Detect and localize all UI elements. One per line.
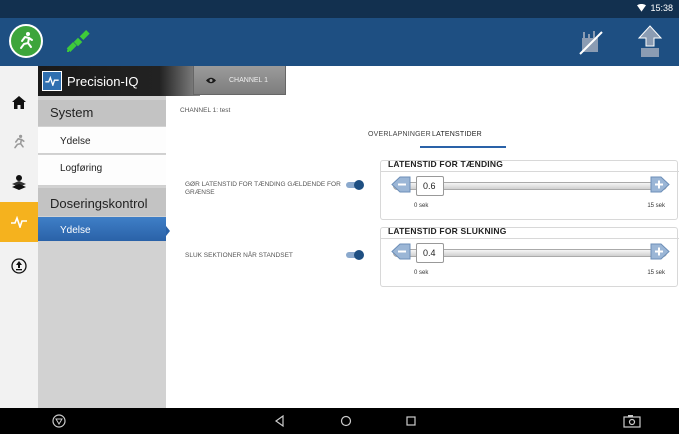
running-person-icon: [14, 134, 25, 149]
app-bar: [0, 18, 679, 66]
rail-item-guidance[interactable]: [0, 122, 38, 162]
field-crossed-icon[interactable]: [576, 28, 606, 56]
running-person-icon: [20, 32, 33, 49]
turn-on-latency-label: GØR LATENSTID FOR TÆNDING GÆLDENDE FOR G…: [185, 181, 341, 196]
settings-submenu: Precision-IQ System Ydelse Logføring Dos…: [38, 66, 200, 408]
submenu-group-doseringskontrol: Doseringskontrol: [38, 188, 166, 216]
upload-icon: [11, 258, 27, 274]
recent-apps-icon[interactable]: [404, 414, 418, 428]
latency-on-title: LATENSTID FOR TÆNDING: [388, 159, 504, 169]
decrease-icon[interactable]: [390, 176, 412, 193]
precision-iq-title: Precision-IQ: [67, 73, 139, 89]
back-icon[interactable]: [273, 414, 287, 428]
submenu-item-system-ydelse[interactable]: Ydelse: [38, 127, 166, 154]
latency-off-min: 0 sek: [414, 270, 429, 276]
submenu-item-system-logfoering[interactable]: Logføring: [38, 155, 166, 186]
active-item-pointer: [166, 226, 170, 236]
latency-on-value[interactable]: 0.6: [416, 176, 444, 196]
latency-on-min: 0 sek: [414, 203, 429, 209]
decrease-icon[interactable]: [390, 243, 412, 260]
tab-overlapninger[interactable]: OVERLAPNINGER: [368, 131, 431, 138]
stop-sections-toggle[interactable]: [346, 250, 364, 260]
channel-info: CHANNEL 1: test: [180, 107, 231, 114]
latency-off-max: 15 sek: [647, 270, 665, 276]
latency-on-card: LATENSTID FOR TÆNDING 0.6 0 sek 15 sek: [380, 159, 679, 220]
submenu-group-system: System: [38, 100, 166, 126]
active-tab-indicator: [420, 146, 506, 148]
wifi-icon: [637, 4, 647, 12]
precision-iq-logo: [42, 71, 62, 91]
rail-item-home[interactable]: [0, 82, 38, 122]
channel-tab-label: CHANNEL 1: [229, 76, 269, 84]
tab-latenstider[interactable]: LATENSTIDER: [432, 131, 482, 138]
clock: 15:38: [650, 3, 673, 13]
layers-icon: [12, 175, 26, 190]
latency-off-card: LATENSTID FOR SLUKNING 0.4 0 sek 15 sek: [380, 226, 679, 287]
eye-icon: [206, 77, 216, 83]
latency-off-title: LATENSTID FOR SLUKNING: [388, 226, 507, 236]
rail-item-transfer[interactable]: [0, 246, 38, 286]
increase-icon[interactable]: [649, 243, 671, 260]
screenshot-icon[interactable]: [623, 414, 641, 428]
submenu-item-doseringskontrol-ydelse[interactable]: Ydelse: [38, 217, 166, 242]
home-circle-icon[interactable]: [339, 414, 353, 428]
system-nav-bar: [0, 408, 679, 434]
upload-field-icon[interactable]: [633, 24, 667, 60]
channel-tab[interactable]: CHANNEL 1: [193, 66, 286, 95]
precision-iq-header: Precision-IQ: [38, 66, 200, 96]
latency-on-max: 15 sek: [647, 203, 665, 209]
increase-icon[interactable]: [649, 176, 671, 193]
trimble-icon[interactable]: [52, 414, 66, 428]
latency-off-value[interactable]: 0.4: [416, 243, 444, 263]
left-rail: [0, 66, 38, 408]
home-icon: [12, 95, 26, 109]
pulse-icon: [45, 76, 59, 86]
rail-item-implement[interactable]: [0, 162, 38, 202]
app-logo-button[interactable]: [9, 24, 43, 58]
pulse-icon: [11, 216, 27, 228]
stop-sections-label: SLUK SEKTIONER NÅR STANDSET: [185, 252, 293, 259]
turn-on-latency-toggle[interactable]: [346, 180, 364, 190]
satellite-icon[interactable]: [64, 28, 92, 56]
status-bar: 15:38: [0, 0, 679, 18]
rail-item-rate-control[interactable]: [0, 202, 38, 242]
